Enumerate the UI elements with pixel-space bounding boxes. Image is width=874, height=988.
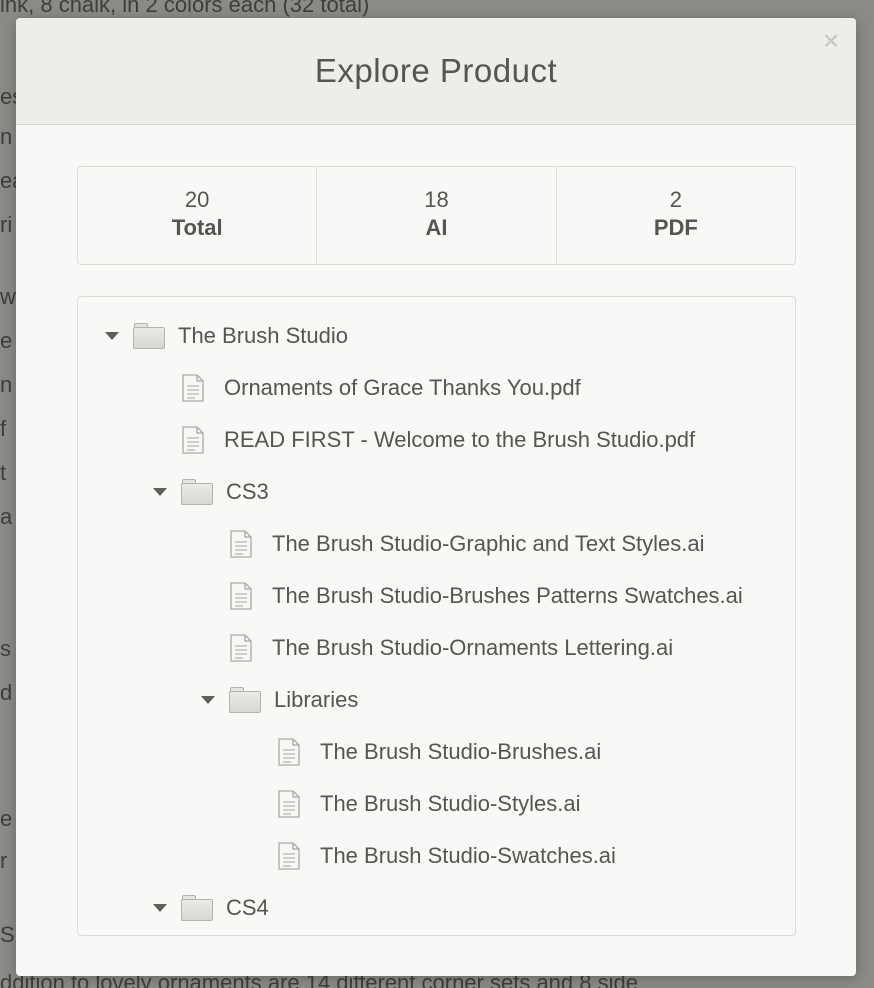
background-text-fragment: w bbox=[0, 284, 16, 309]
caret-down-icon[interactable] bbox=[105, 332, 119, 340]
background-text-fragment: ea bbox=[0, 168, 16, 193]
document-icon bbox=[278, 790, 300, 818]
folder-icon bbox=[181, 895, 213, 921]
folder-icon bbox=[133, 323, 165, 349]
folder-icon bbox=[229, 687, 261, 713]
tree-folder[interactable]: The Brush Studio bbox=[105, 316, 348, 356]
file-name: The Brush Studio-Swatches.ai bbox=[320, 843, 616, 868]
explore-product-modal: Explore Product × 20 Total 18 AI 2 PDF T… bbox=[16, 18, 856, 976]
document-icon bbox=[230, 634, 252, 662]
tree-folder[interactable]: CS3 bbox=[153, 472, 269, 512]
document-icon bbox=[182, 374, 204, 402]
stat-label: PDF bbox=[653, 215, 698, 240]
file-name: READ FIRST - Welcome to the Brush Studio… bbox=[224, 427, 696, 452]
stat-label: Total bbox=[171, 215, 223, 240]
close-icon: × bbox=[822, 25, 840, 56]
background-text-fragment: f bbox=[0, 416, 7, 441]
file-name: The Brush Studio-Brushes.ai bbox=[320, 739, 602, 764]
file-name: The Brush Studio-Brushes Patterns Swatch… bbox=[272, 583, 743, 608]
tree-file[interactable]: Ornaments of Grace Thanks You.pdf bbox=[182, 368, 581, 408]
background-text-fragment: e bbox=[0, 328, 13, 353]
background-text-fragment: S T bbox=[0, 922, 16, 947]
stat-count: 2 bbox=[669, 187, 682, 212]
background-text-fragment: n bbox=[0, 372, 13, 397]
tree-file[interactable]: The Brush Studio-Ornaments Lettering.ai bbox=[230, 628, 673, 668]
background-text-fragment: es bbox=[0, 84, 16, 109]
tree-file[interactable]: The Brush Studio-Brushes Patterns Swatch… bbox=[230, 576, 743, 616]
modal-title: Explore Product bbox=[314, 52, 558, 89]
close-button[interactable]: × bbox=[818, 26, 844, 56]
tree-file[interactable]: READ FIRST - Welcome to the Brush Studio… bbox=[182, 420, 695, 460]
folder-name: The Brush Studio bbox=[178, 323, 348, 348]
folder-name: Libraries bbox=[274, 687, 359, 712]
file-stats: 20 Total 18 AI 2 PDF bbox=[77, 166, 796, 265]
document-icon bbox=[278, 842, 300, 870]
document-icon bbox=[230, 530, 252, 558]
document-icon bbox=[278, 738, 300, 766]
background-text-fragment: n bbox=[0, 124, 13, 149]
document-icon bbox=[230, 582, 252, 610]
background-text-fragment: d bbox=[0, 680, 13, 705]
tree-file[interactable]: The Brush Studio-Graphic and Text Styles… bbox=[230, 524, 704, 564]
tree-file[interactable]: The Brush Studio-Swatches.ai bbox=[278, 836, 616, 876]
folder-name: CS3 bbox=[226, 479, 269, 504]
caret-down-icon[interactable] bbox=[153, 488, 167, 496]
background-text-fragment: e bbox=[0, 806, 13, 831]
modal-header: Explore Product × bbox=[16, 18, 856, 125]
background-text-fragment: t bbox=[0, 460, 7, 485]
file-name: The Brush Studio-Styles.ai bbox=[320, 791, 581, 816]
tree-file[interactable]: The Brush Studio-Styles.ai bbox=[278, 784, 580, 824]
stat-ai: 18 AI bbox=[317, 167, 557, 264]
tree-file[interactable]: The Brush Studio-Brushes.ai bbox=[278, 732, 601, 772]
caret-down-icon[interactable] bbox=[201, 696, 215, 704]
stat-total: 20 Total bbox=[78, 167, 318, 264]
background-text-fragment: s bbox=[0, 636, 11, 661]
file-name: The Brush Studio-Ornaments Lettering.ai bbox=[272, 635, 674, 660]
folder-name: CS4 bbox=[226, 895, 269, 920]
background-text-fragment: ri bbox=[0, 212, 13, 237]
tree-folder[interactable]: Libraries bbox=[201, 680, 358, 720]
background-text-fragment: r bbox=[0, 848, 8, 873]
folder-icon bbox=[181, 479, 213, 505]
background-top-text: ink, 8 chalk, in 2 colors each (32 total… bbox=[0, 0, 370, 17]
document-icon bbox=[182, 426, 204, 454]
file-tree: The Brush Studio Ornaments of Grace Thank… bbox=[77, 296, 796, 936]
background-text-fragment: a bbox=[0, 504, 13, 529]
stat-pdf: 2 PDF bbox=[557, 167, 795, 264]
file-name: Ornaments of Grace Thanks You.pdf bbox=[224, 375, 581, 400]
tree-folder[interactable]: CS4 bbox=[153, 888, 269, 928]
stat-label: AI bbox=[425, 215, 448, 240]
caret-down-icon[interactable] bbox=[153, 904, 167, 912]
stat-count: 20 bbox=[184, 187, 210, 212]
stat-count: 18 bbox=[424, 187, 449, 212]
file-name: The Brush Studio-Graphic and Text Styles… bbox=[272, 531, 705, 556]
